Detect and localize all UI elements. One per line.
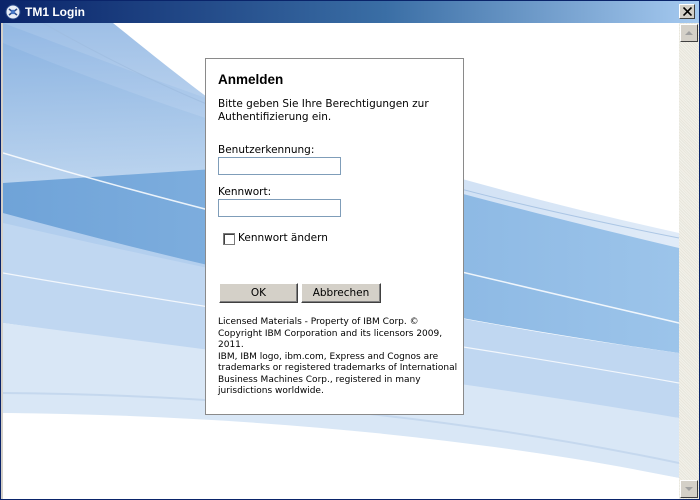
dialog-heading: Anmelden	[218, 72, 284, 87]
title-bar[interactable]: TM1 Login	[1, 1, 699, 23]
tm1-app-icon	[5, 4, 21, 20]
username-label: Benutzerkennung:	[218, 144, 315, 156]
dialog-intro-text: Bitte geben Sie Ihre Berechtigungen zur …	[218, 98, 429, 123]
scroll-down-button[interactable]	[680, 480, 698, 498]
scroll-up-button[interactable]	[680, 24, 698, 42]
login-background: Anmelden Bitte geben Sie Ihre Berechtigu…	[3, 23, 679, 499]
close-icon	[683, 7, 692, 16]
change-password-label: Kennwort ändern	[238, 232, 328, 244]
password-input[interactable]	[218, 199, 341, 217]
vertical-scrollbar[interactable]	[679, 23, 699, 499]
window-title: TM1 Login	[25, 5, 85, 19]
cancel-button[interactable]: Abbrechen	[301, 283, 381, 303]
trademark-text: IBM, IBM logo, ibm.com, Express and Cogn…	[218, 351, 458, 397]
close-button[interactable]	[679, 4, 695, 19]
password-label: Kennwort:	[218, 186, 272, 198]
copyright-text: Licensed Materials - Property of IBM Cor…	[218, 317, 443, 350]
ok-button[interactable]: OK	[219, 283, 298, 303]
login-dialog: Anmelden Bitte geben Sie Ihre Berechtigu…	[205, 58, 464, 415]
login-window: TM1 Login Anmelden Bitte geben Sie Ihre …	[0, 0, 700, 500]
username-input[interactable]	[218, 157, 341, 175]
scroll-down-arrow-icon	[685, 487, 693, 491]
scroll-up-arrow-icon	[685, 31, 693, 35]
change-password-checkbox[interactable]	[223, 233, 235, 245]
legal-notice: Licensed Materials - Property of IBM Cor…	[218, 317, 458, 398]
